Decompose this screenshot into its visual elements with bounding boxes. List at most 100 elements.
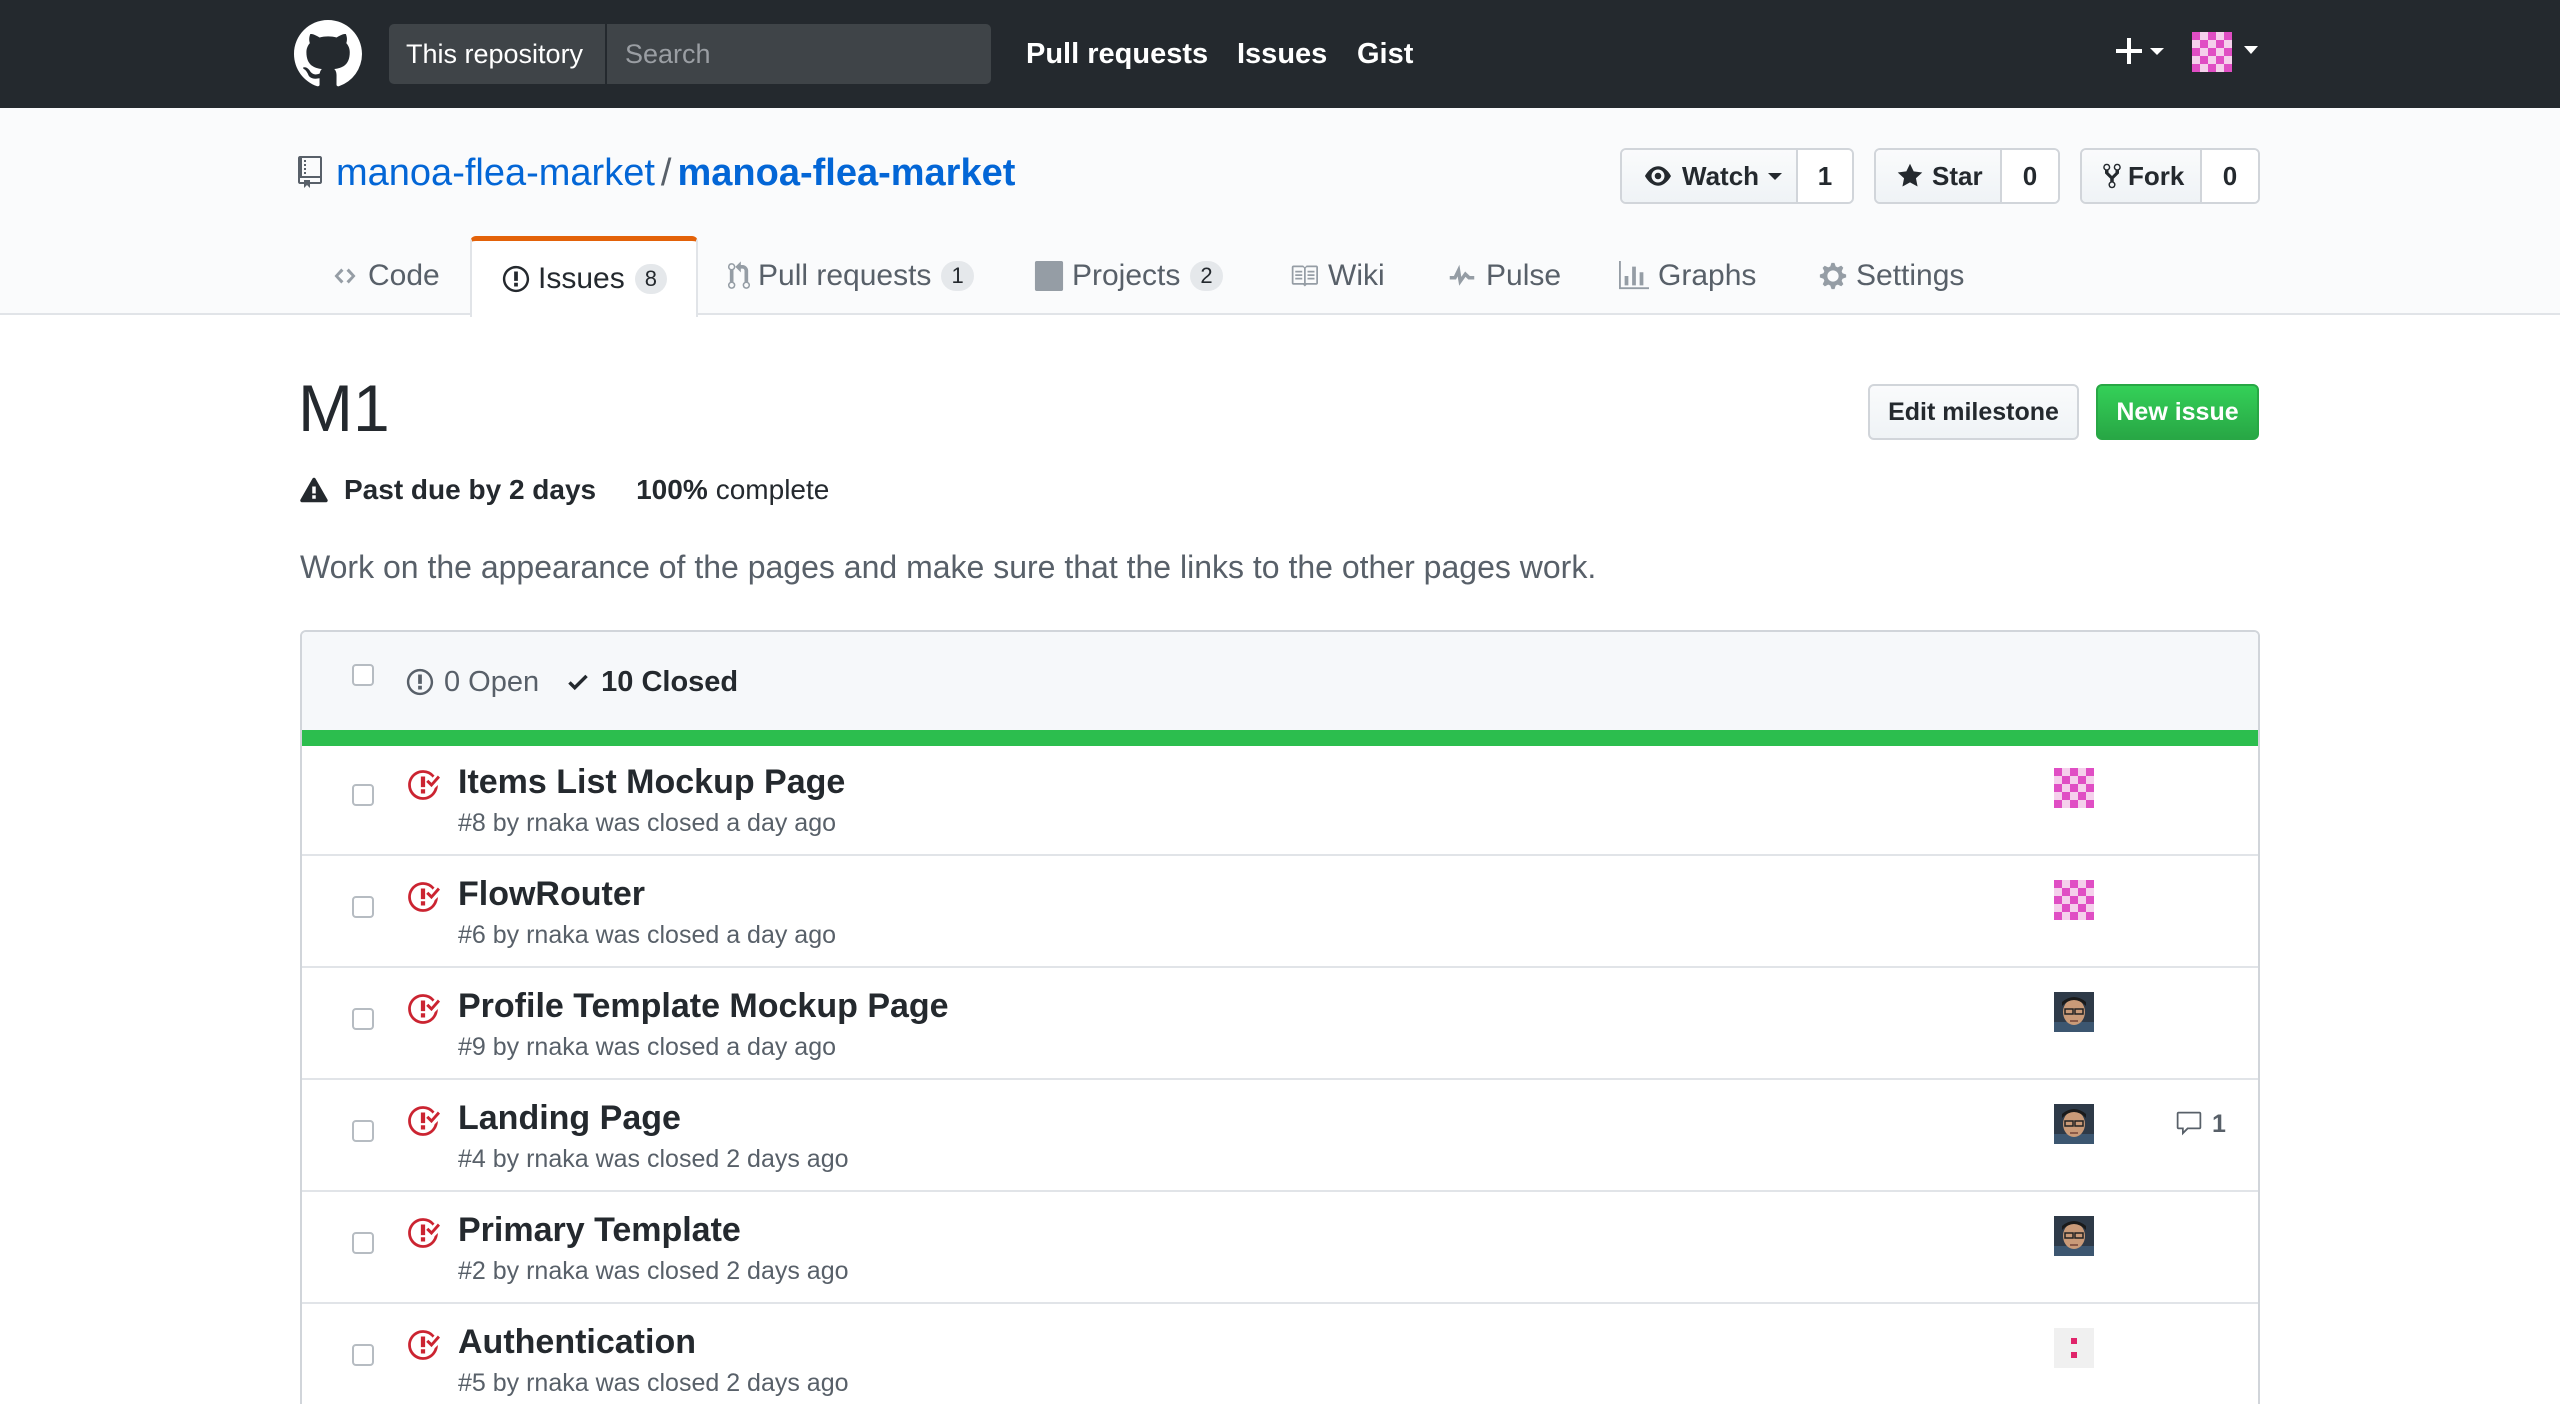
issue-checkbox[interactable] <box>352 1344 374 1366</box>
new-issue-button[interactable]: New issue <box>2096 384 2259 440</box>
assignee-avatar[interactable] <box>2054 1104 2094 1144</box>
issue-closed-icon <box>408 882 440 912</box>
issue-checkbox[interactable] <box>352 1008 374 1030</box>
search-scope-label[interactable]: This repository <box>389 24 607 84</box>
alert-icon <box>300 477 328 503</box>
tab-label: Pull requests <box>758 259 932 292</box>
issue-closed-icon <box>408 1218 440 1248</box>
tab-wiki[interactable]: Wiki <box>1288 236 1385 316</box>
fork-label: Fork <box>2128 161 2185 191</box>
issue-checkbox[interactable] <box>352 1120 374 1142</box>
pull-requests-counter: 1 <box>941 261 974 291</box>
repo-icon <box>298 156 322 188</box>
issues-counter: 8 <box>634 264 667 294</box>
milestone-progress-bar <box>302 730 2258 746</box>
issue-title-link[interactable]: Landing Page <box>458 1096 681 1140</box>
issue-meta: #5 by rnaka was closed 2 days ago <box>458 1369 849 1397</box>
issue-checkbox[interactable] <box>352 896 374 918</box>
site-header: This repository Pull requests Issues Gis… <box>0 0 2560 108</box>
issues-list: 0 Open 10 Closed Items List Mockup Page … <box>300 630 2260 1404</box>
milestone-title: M1 <box>298 371 390 445</box>
gear-icon <box>1819 262 1847 290</box>
tab-graphs[interactable]: Graphs <box>1618 236 1756 316</box>
comments-link[interactable]: 1 <box>2174 1104 2226 1144</box>
tab-settings[interactable]: Settings <box>1818 236 1964 316</box>
edit-milestone-button[interactable]: Edit milestone <box>1868 384 2079 440</box>
issue-title-link[interactable]: Authentication <box>458 1320 696 1364</box>
nav-pull-requests[interactable]: Pull requests <box>1026 0 1208 108</box>
pulse-icon <box>1449 264 1475 286</box>
issue-closed-icon <box>408 770 440 800</box>
tab-label: Code <box>368 259 440 292</box>
issue-closed-icon <box>408 994 440 1024</box>
caret-down-icon <box>1768 173 1783 180</box>
avatar[interactable] <box>2192 32 2232 72</box>
issue-checkbox[interactable] <box>352 784 374 806</box>
issue-opened-icon <box>502 265 530 293</box>
star-button[interactable]: Star <box>1876 150 2002 202</box>
milestone-due-status: Past due by 2 days <box>344 474 597 505</box>
tab-projects[interactable]: Projects 2 <box>1034 236 1223 316</box>
issue-row[interactable]: FlowRouter #6 by rnaka was closed a day … <box>302 858 2258 968</box>
issue-opened-icon <box>406 668 434 696</box>
repo-owner-link[interactable]: manoa-flea-market <box>336 152 655 194</box>
nav-issues[interactable]: Issues <box>1237 0 1327 108</box>
star-count[interactable]: 0 <box>2002 150 2058 202</box>
issue-meta: #9 by rnaka was closed a day ago <box>458 1033 837 1061</box>
fork-group: Fork 0 <box>2080 148 2260 204</box>
issue-title-link[interactable]: Profile Template Mockup Page <box>458 984 949 1028</box>
tab-pull-requests[interactable]: Pull requests 1 <box>728 236 974 316</box>
issue-row[interactable]: Landing Page #4 by rnaka was closed 2 da… <box>302 1082 2258 1192</box>
nav-gist[interactable]: Gist <box>1357 0 1413 108</box>
watch-count[interactable]: 1 <box>1798 150 1852 202</box>
tab-label: Issues <box>538 262 625 295</box>
issue-meta: #8 by rnaka was closed a day ago <box>458 809 837 837</box>
caret-down-icon[interactable] <box>2242 44 2260 56</box>
open-filter[interactable]: 0 Open <box>406 662 539 702</box>
project-icon <box>1034 261 1064 291</box>
issue-meta: #2 by rnaka was closed 2 days ago <box>458 1257 849 1285</box>
assignee-avatar[interactable] <box>2054 992 2094 1032</box>
issue-meta: #6 by rnaka was closed a day ago <box>458 921 837 949</box>
star-group: Star 0 <box>1874 148 2060 204</box>
code-icon <box>334 268 356 284</box>
tab-pulse[interactable]: Pulse <box>1446 236 1561 316</box>
watch-group: Watch 1 <box>1620 148 1854 204</box>
search-input[interactable] <box>609 24 991 84</box>
tab-label: Graphs <box>1658 259 1757 292</box>
plus-icon[interactable] <box>2112 30 2168 74</box>
issue-title-link[interactable]: Primary Template <box>458 1208 741 1252</box>
book-icon <box>1291 265 1318 287</box>
issue-title-link[interactable]: Items List Mockup Page <box>458 760 845 804</box>
issue-row[interactable]: Profile Template Mockup Page #9 by rnaka… <box>302 970 2258 1080</box>
assignee-avatar[interactable] <box>2054 880 2094 920</box>
closed-filter[interactable]: 10 Closed <box>565 662 738 702</box>
issue-title-link[interactable]: FlowRouter <box>458 872 645 916</box>
repo-name-link[interactable]: manoa-flea-market <box>677 152 1015 194</box>
assignee-avatar[interactable] <box>2054 768 2094 808</box>
assignee-avatar[interactable] <box>2054 1216 2094 1256</box>
tab-label: Projects <box>1072 259 1181 292</box>
tab-issues[interactable]: Issues 8 <box>470 236 698 317</box>
watch-label: Watch <box>1682 161 1760 191</box>
graph-icon <box>1619 261 1649 290</box>
issue-checkbox[interactable] <box>352 1232 374 1254</box>
tab-label: Wiki <box>1328 259 1385 292</box>
search-bar: This repository <box>389 24 991 84</box>
issue-row[interactable]: Primary Template #2 by rnaka was closed … <box>302 1194 2258 1304</box>
assignee-avatar[interactable] <box>2054 1328 2094 1368</box>
milestone-meta: Past due by 2 days 100% complete <box>298 470 829 510</box>
select-all-checkbox[interactable] <box>352 664 374 686</box>
fork-count[interactable]: 0 <box>2202 150 2258 202</box>
issue-row[interactable]: Authentication #5 by rnaka was closed 2 … <box>302 1306 2258 1404</box>
tab-label: Pulse <box>1486 259 1562 292</box>
milestone-progress-fill <box>302 730 2258 746</box>
issue-closed-icon <box>408 1106 440 1136</box>
fork-button[interactable]: Fork <box>2082 150 2202 202</box>
issue-row[interactable]: Items List Mockup Page #8 by rnaka was c… <box>302 746 2258 856</box>
closed-count-label: 10 Closed <box>601 666 739 698</box>
repo-forked-icon <box>2103 163 2121 189</box>
github-mark-icon[interactable] <box>294 20 362 88</box>
tab-code[interactable]: Code <box>330 236 440 316</box>
watch-button[interactable]: Watch <box>1622 150 1798 202</box>
